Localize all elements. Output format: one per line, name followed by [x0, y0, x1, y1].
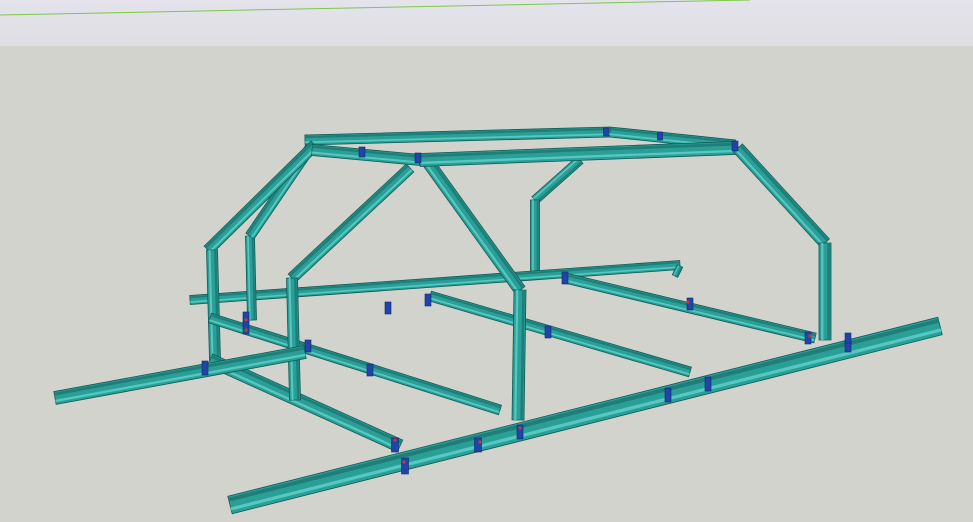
bolt [686, 300, 690, 304]
connection-plate[interactable] [844, 332, 852, 344]
bolt [478, 440, 482, 444]
bolt [393, 438, 397, 442]
connection-plate[interactable] [474, 437, 482, 453]
connection-plate[interactable] [304, 339, 312, 353]
steel-frame-model-view[interactable] [0, 0, 973, 522]
connection-plate[interactable] [561, 271, 569, 285]
connection-plate[interactable] [414, 152, 422, 164]
connection-plate[interactable] [401, 457, 409, 475]
connection-plate[interactable] [384, 301, 392, 315]
connection-plate[interactable] [704, 376, 712, 392]
bolt [244, 328, 248, 332]
connection-plate[interactable] [731, 140, 739, 152]
connection-plate[interactable] [657, 131, 663, 141]
bolt [402, 460, 406, 464]
bolt [244, 318, 248, 322]
connection-plate[interactable] [664, 387, 672, 403]
connection-plate[interactable] [804, 331, 812, 345]
connection-plate[interactable] [544, 325, 552, 339]
connection-plate[interactable] [603, 127, 609, 137]
3d-viewport[interactable] [0, 0, 973, 522]
right-frame-post[interactable] [818, 242, 832, 341]
centre-frame-post-right[interactable] [511, 289, 527, 421]
bolt [518, 426, 522, 430]
connection-plate[interactable] [366, 363, 374, 377]
connection-plate[interactable] [424, 293, 432, 307]
rear-rafter-right-post[interactable] [530, 199, 540, 279]
bolt [808, 334, 812, 338]
connection-plate[interactable] [686, 297, 694, 311]
connection-plate[interactable] [242, 321, 250, 335]
rear-left-post[interactable] [245, 235, 257, 321]
connection-plate[interactable] [201, 360, 209, 376]
connection-plate[interactable] [358, 146, 366, 158]
